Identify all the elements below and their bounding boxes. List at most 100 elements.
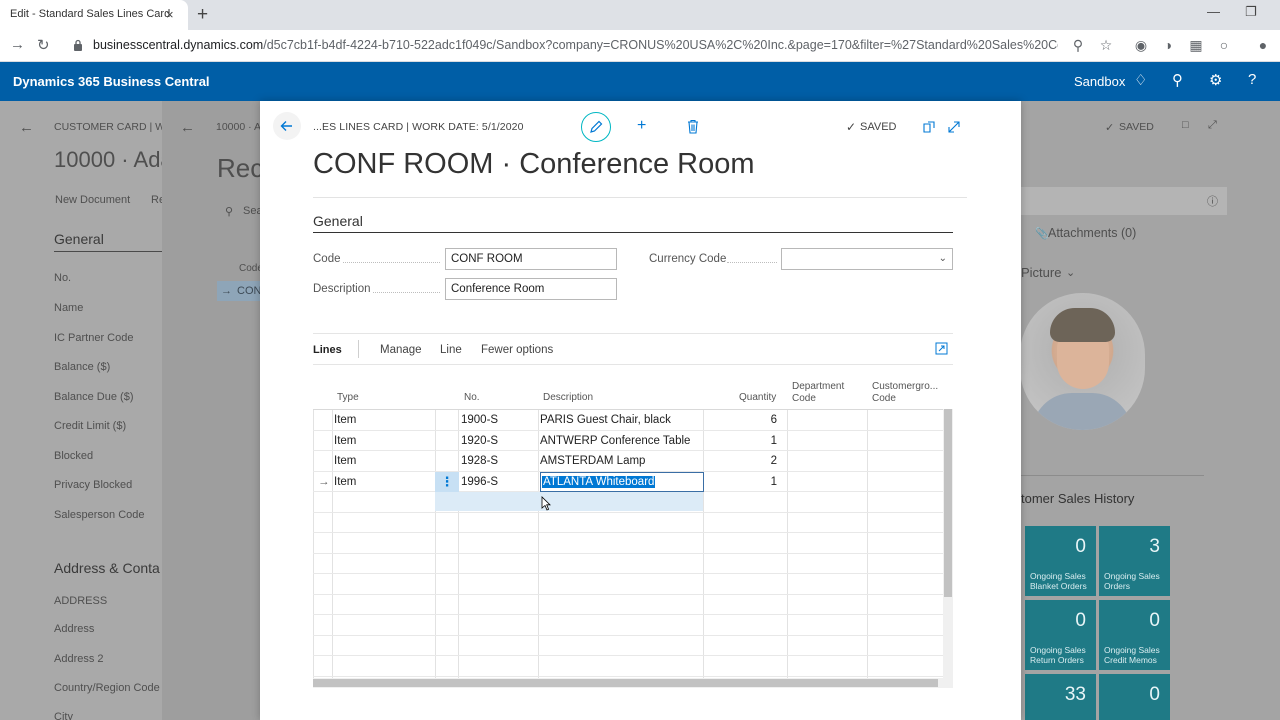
- field-address: Address: [54, 623, 95, 635]
- tile-value: 0: [1075, 610, 1086, 631]
- column-department-code[interactable]: Department Code: [792, 381, 844, 405]
- help-icon[interactable]: ?: [1248, 71, 1256, 88]
- field-blocked: Blocked: [54, 450, 94, 462]
- restore-icon[interactable]: ❐: [1245, 4, 1257, 20]
- column-description[interactable]: Description: [543, 392, 593, 404]
- table-row-empty[interactable]: [313, 574, 943, 595]
- checkmark-icon: ✓: [1105, 122, 1115, 134]
- code-leader: [343, 262, 440, 263]
- table-row-empty[interactable]: [313, 615, 943, 636]
- bell-icon[interactable]: ♢: [1134, 71, 1147, 89]
- extension-icon[interactable]: ◉: [1133, 37, 1149, 53]
- gear-icon[interactable]: ⚙: [1209, 71, 1222, 89]
- code-field[interactable]: CONF ROOM: [445, 248, 617, 270]
- back-arrow-icon[interactable]: →: [10, 36, 25, 53]
- cell-description[interactable]: PARIS Guest Chair, black: [540, 414, 671, 426]
- expand-lines-icon[interactable]: [935, 342, 948, 355]
- cell-no[interactable]: 1920-S: [461, 435, 498, 447]
- back-button[interactable]: [273, 112, 301, 140]
- table-row[interactable]: Item 1920-S ANTWERP Conference Table 1: [313, 431, 943, 451]
- general-section-heading[interactable]: General: [313, 213, 363, 229]
- field-salesperson: Salesperson Code: [54, 509, 145, 521]
- cell-quantity[interactable]: 1: [733, 435, 777, 447]
- close-tab-icon[interactable]: ×: [166, 7, 174, 22]
- lock-icon: [74, 39, 82, 51]
- delete-icon[interactable]: [686, 119, 700, 134]
- tile-credit-memos: 0 Ongoing Sales Credit Memos: [1099, 600, 1170, 670]
- table-row-empty[interactable]: [313, 513, 943, 533]
- column-customergroup-code[interactable]: Customergro... Code: [872, 381, 938, 405]
- description-editor[interactable]: ATLANTA Whiteboard: [540, 471, 704, 492]
- open-in-new-window-icon[interactable]: [922, 120, 936, 134]
- list-row-code: CON: [237, 285, 262, 297]
- cell-quantity[interactable]: 6: [733, 414, 777, 426]
- horizontal-scrollbar[interactable]: [313, 678, 953, 688]
- cell-type[interactable]: Item: [334, 435, 356, 447]
- paperclip-icon: 📎: [1035, 228, 1049, 240]
- cell-description[interactable]: ANTWERP Conference Table: [540, 435, 690, 447]
- description-field[interactable]: Conference Room: [445, 278, 617, 300]
- table-row-empty[interactable]: [313, 533, 943, 554]
- row-actions-menu-icon[interactable]: ⋮: [435, 471, 459, 492]
- table-row-empty[interactable]: [313, 492, 943, 513]
- url-field[interactable]: businesscentral.dynamics.com/d5c7cb1f-b4…: [93, 38, 1058, 52]
- extension-circle-icon[interactable]: ○: [1216, 37, 1232, 53]
- cell-type[interactable]: Item: [334, 414, 356, 426]
- table-row-empty[interactable]: [313, 554, 943, 574]
- cell-no[interactable]: 1928-S: [461, 455, 498, 467]
- app-brand[interactable]: Dynamics 365 Business Central: [13, 74, 210, 89]
- column-quantity[interactable]: Quantity: [739, 392, 776, 404]
- new-record-button[interactable]: +: [637, 117, 646, 135]
- back-arrow-icon: ←: [180, 119, 195, 136]
- browser-address-bar: → ↻ businesscentral.dynamics.com/d5c7cb1…: [0, 30, 1280, 62]
- right-saved-status: SAVED: [1119, 121, 1154, 133]
- cell-type[interactable]: Item: [334, 455, 356, 467]
- cell-quantity[interactable]: 1: [733, 476, 777, 488]
- edit-button[interactable]: [581, 112, 611, 142]
- bookmark-star-icon[interactable]: ☆: [1098, 37, 1114, 53]
- tab-line[interactable]: Line: [440, 344, 462, 356]
- search-icon[interactable]: ⚲: [1172, 71, 1183, 89]
- customer-card-background: ← CUSTOMER CARD | WO 10000 · Ada New Doc…: [0, 101, 173, 720]
- general-section: General: [54, 231, 104, 247]
- fewer-options-button[interactable]: Fewer options: [481, 344, 553, 356]
- field-no: No.: [54, 272, 72, 284]
- reload-icon[interactable]: ↻: [37, 36, 50, 54]
- field-balance-due: Balance Due ($): [54, 391, 134, 403]
- new-tab-icon[interactable]: +: [197, 4, 208, 26]
- checkmark-icon: ✓: [846, 120, 857, 134]
- lines-grid: Item 1900-S PARIS Guest Chair, black 6 I…: [313, 409, 943, 680]
- field-city: City: [54, 711, 73, 720]
- extension-clapper-icon[interactable]: ▦: [1188, 37, 1204, 53]
- minimize-icon[interactable]: —: [1207, 4, 1220, 19]
- horizontal-scroll-thumb[interactable]: [313, 679, 938, 687]
- column-type[interactable]: Type: [337, 392, 359, 404]
- column-no[interactable]: No.: [464, 392, 480, 404]
- vertical-scrollbar[interactable]: [943, 409, 953, 679]
- zoom-icon[interactable]: ⚲: [1070, 37, 1086, 53]
- expand-icon[interactable]: [947, 120, 961, 134]
- tab-lines[interactable]: Lines: [313, 344, 342, 356]
- sales-history-heading: tomer Sales History: [1021, 491, 1135, 506]
- cell-description[interactable]: AMSTERDAM Lamp: [540, 455, 645, 467]
- table-row[interactable]: Item 1900-S PARIS Guest Chair, black 6: [313, 410, 943, 431]
- saved-status: SAVED: [860, 121, 897, 133]
- table-row-current[interactable]: → Item ⋮ 1996-S ATLANTA Whiteboard 1: [313, 471, 943, 492]
- table-row[interactable]: Item 1928-S AMSTERDAM Lamp 2: [313, 451, 943, 472]
- tile-label: Ongoing Sales Blanket Orders: [1030, 571, 1087, 591]
- cell-quantity[interactable]: 2: [733, 455, 777, 467]
- table-row-empty[interactable]: [313, 595, 943, 615]
- cell-no[interactable]: 1996-S: [461, 476, 498, 488]
- selected-description-text[interactable]: ATLANTA Whiteboard: [542, 475, 656, 488]
- currency-code-select[interactable]: ⌄: [781, 248, 953, 270]
- tab-manage[interactable]: Manage: [380, 344, 422, 356]
- cell-no[interactable]: 1900-S: [461, 414, 498, 426]
- table-row-empty[interactable]: [313, 636, 943, 656]
- cell-type[interactable]: Item: [334, 476, 356, 488]
- vertical-scroll-thumb[interactable]: [944, 409, 952, 597]
- extension-globe-icon[interactable]: ◑: [1160, 37, 1176, 53]
- table-row-empty[interactable]: [313, 656, 943, 677]
- column-department-line2: Code: [792, 393, 816, 404]
- browser-tab[interactable]: Edit - Standard Sales Lines Card ×: [0, 0, 188, 30]
- profile-icon[interactable]: ●: [1255, 37, 1271, 53]
